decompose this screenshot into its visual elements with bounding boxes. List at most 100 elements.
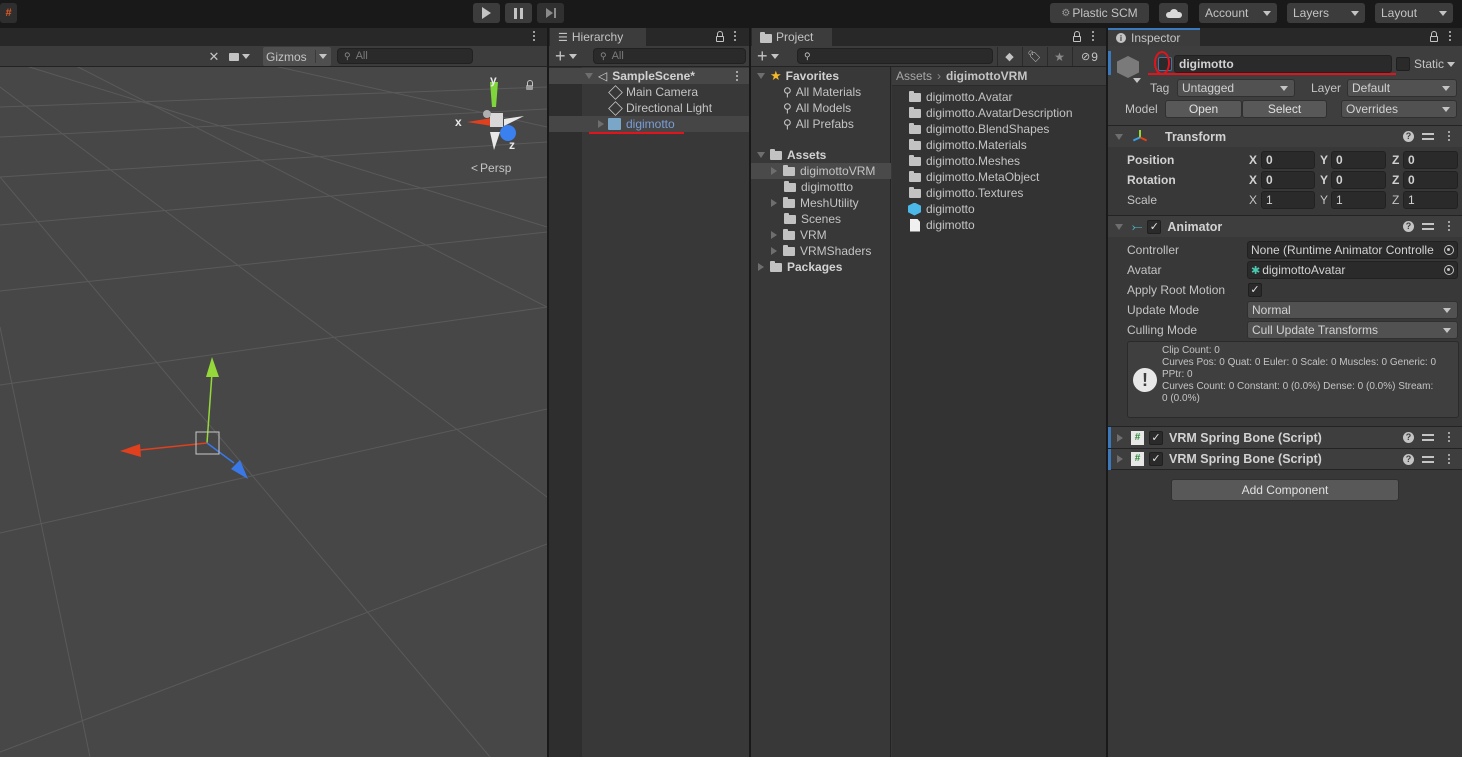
fold-icon[interactable] — [771, 247, 777, 255]
fold-icon[interactable] — [757, 152, 765, 158]
spring-bone-header[interactable]: # ✓ VRM Spring Bone (Script) ? — [1108, 448, 1462, 470]
gizmos-dropdown[interactable]: Gizmos — [263, 47, 331, 66]
object-picker-icon[interactable] — [1444, 265, 1454, 275]
filter-by-label-button[interactable]: 🏷 — [1022, 47, 1046, 66]
file-item[interactable]: digimotto.MetaObject — [909, 169, 1039, 185]
component-menu-icon[interactable] — [1447, 131, 1451, 141]
pause-button[interactable] — [505, 3, 532, 23]
scene-menu-icon[interactable] — [532, 31, 536, 41]
orient-neg-x-cone[interactable] — [504, 116, 524, 126]
help-icon[interactable]: ? — [1403, 221, 1414, 232]
panel-divider[interactable] — [1106, 28, 1108, 757]
spring-bone-header[interactable]: # ✓ VRM Spring Bone (Script) ? — [1108, 426, 1462, 448]
static-checkbox[interactable] — [1396, 57, 1410, 71]
file-item[interactable]: digimotto — [908, 201, 975, 217]
axis-x[interactable]: X — [1249, 153, 1257, 167]
axis-y[interactable]: Y — [1320, 173, 1328, 187]
file-item[interactable]: digimotto.AvatarDescription — [909, 105, 1073, 121]
fold-icon[interactable] — [771, 199, 777, 207]
rotation-y-input[interactable]: 0 — [1331, 171, 1386, 189]
fold-icon[interactable] — [1117, 455, 1123, 463]
layout-dropdown[interactable]: Layout — [1375, 3, 1453, 23]
scene-search-input[interactable]: ⚲ All — [337, 48, 473, 64]
avatar-field[interactable]: ✱ digimottoAvatar — [1247, 261, 1458, 279]
axis-x[interactable]: X — [1249, 193, 1257, 207]
help-icon[interactable]: ? — [1403, 131, 1414, 142]
scene-root-row[interactable]: ◁ SampleScene* — [549, 68, 749, 84]
lock-icon[interactable] — [1430, 31, 1438, 42]
orientation-lock-icon[interactable] — [526, 80, 533, 90]
fold-icon[interactable] — [585, 73, 593, 79]
fold-icon[interactable] — [1115, 223, 1123, 230]
asset-folder[interactable]: MeshUtility — [751, 195, 891, 211]
account-dropdown[interactable]: Account — [1199, 3, 1277, 23]
cloud-button[interactable] — [1159, 3, 1188, 23]
file-item[interactable]: digimotto.Materials — [909, 137, 1027, 153]
tools-button[interactable]: ✕ — [203, 48, 225, 65]
orient-x-cone[interactable] — [467, 118, 492, 126]
asset-folder[interactable]: VRM — [751, 227, 891, 243]
spring-bone-enabled-checkbox[interactable]: ✓ — [1149, 452, 1163, 466]
select-model-button[interactable]: Select — [1242, 100, 1327, 118]
presets-icon[interactable] — [1422, 454, 1434, 464]
orient-neg-y-cone[interactable] — [490, 132, 500, 150]
panel-divider[interactable] — [749, 28, 751, 757]
lock-icon[interactable] — [716, 31, 724, 42]
axis-z[interactable]: Z — [1392, 153, 1399, 167]
prefab-object-icon[interactable] — [1117, 56, 1139, 78]
fold-icon[interactable] — [771, 231, 777, 239]
fold-icon[interactable] — [758, 263, 764, 271]
fold-icon[interactable] — [1115, 133, 1123, 140]
help-icon[interactable]: ? — [1403, 432, 1414, 443]
scene-menu-icon[interactable] — [735, 71, 739, 81]
fold-icon[interactable] — [771, 167, 777, 175]
axis-z[interactable]: Z — [1392, 173, 1399, 187]
scale-x-input[interactable]: 1 — [1261, 191, 1315, 209]
favorites-button[interactable]: ★ — [1047, 47, 1071, 66]
position-z-input[interactable]: 0 — [1403, 151, 1458, 169]
snap-tool-button[interactable]: # — [0, 3, 17, 23]
lock-icon[interactable] — [1073, 31, 1081, 42]
asset-folder[interactable]: Scenes — [751, 211, 891, 227]
hierarchy-item-selected[interactable]: digimotto — [549, 116, 749, 132]
file-item[interactable]: digimotto.Avatar — [909, 89, 1013, 105]
component-menu-icon[interactable] — [1447, 221, 1451, 231]
step-button[interactable] — [537, 3, 564, 23]
hidden-packages-button[interactable]: ⊘ 9 — [1072, 47, 1106, 66]
apply-root-motion-checkbox[interactable]: ✓ — [1248, 283, 1262, 297]
hierarchy-item[interactable]: Directional Light — [549, 100, 749, 116]
component-menu-icon[interactable] — [1447, 454, 1451, 464]
create-dropdown[interactable]: + — [555, 47, 577, 65]
help-icon[interactable]: ? — [1403, 454, 1414, 465]
layer-dropdown[interactable]: Default — [1347, 79, 1457, 97]
transform-header[interactable]: Transform ? — [1108, 125, 1462, 147]
axis-y[interactable]: Y — [1320, 193, 1328, 207]
position-y-input[interactable]: 0 — [1331, 151, 1386, 169]
favorite-item[interactable]: ⚲ All Materials — [751, 84, 891, 100]
component-menu-icon[interactable] — [1447, 432, 1451, 442]
fold-icon[interactable] — [598, 120, 604, 128]
breadcrumb-item[interactable]: Assets — [896, 69, 932, 83]
assets-row[interactable]: Assets — [751, 147, 891, 163]
presets-icon[interactable] — [1422, 432, 1434, 442]
favorites-row[interactable]: ★ Favorites — [751, 68, 891, 84]
orient-center-cube[interactable] — [490, 113, 503, 127]
file-item[interactable]: digimotto.Meshes — [909, 153, 1020, 169]
packages-row[interactable]: Packages — [751, 259, 891, 275]
open-model-button[interactable]: Open — [1165, 100, 1242, 118]
create-dropdown[interactable]: + — [757, 47, 779, 65]
hierarchy-search-input[interactable]: ⚲ All — [593, 48, 746, 64]
rotation-x-input[interactable]: 0 — [1261, 171, 1315, 189]
gizmo-y-arrow[interactable] — [206, 357, 219, 377]
object-picker-icon[interactable] — [1444, 245, 1454, 255]
scale-y-input[interactable]: 1 — [1331, 191, 1386, 209]
tab-hierarchy[interactable]: ☰ Hierarchy — [550, 28, 646, 46]
panel-divider[interactable] — [547, 28, 549, 757]
tag-dropdown[interactable]: Untagged — [1177, 79, 1295, 97]
spring-bone-enabled-checkbox[interactable]: ✓ — [1149, 430, 1163, 445]
scale-z-input[interactable]: 1 — [1403, 191, 1458, 209]
file-item[interactable]: digimotto — [910, 217, 975, 233]
tab-project[interactable]: Project — [752, 28, 832, 46]
presets-icon[interactable] — [1422, 131, 1434, 141]
icon-dropdown-icon[interactable] — [1133, 78, 1141, 83]
